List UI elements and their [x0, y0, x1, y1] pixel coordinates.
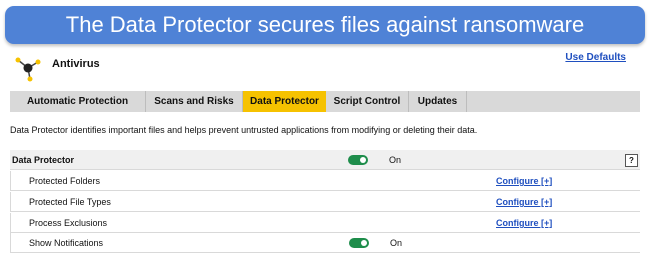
- data-protector-row: Data Protector On ?: [10, 150, 640, 170]
- configure-protected-file-types-link[interactable]: Configure [+]: [496, 192, 552, 212]
- antivirus-icon: [15, 57, 41, 82]
- settings-row-show-notifications: Show Notifications On: [10, 233, 640, 253]
- toggle-knob: [360, 157, 366, 163]
- settings-row-protected-file-types: Protected File Types Configure [+]: [10, 192, 640, 212]
- data-protector-toggle-state: On: [389, 155, 402, 165]
- use-defaults-link[interactable]: Use Defaults: [565, 52, 626, 63]
- settings-row-protected-folders: Protected Folders Configure [+]: [10, 171, 640, 191]
- toggle-knob: [361, 240, 367, 246]
- tab-updates[interactable]: Updates: [409, 91, 467, 112]
- show-notifications-toggle-state: On: [390, 238, 403, 248]
- data-protector-label: Data Protector: [12, 155, 75, 165]
- tab-script-control[interactable]: Script Control: [326, 91, 409, 112]
- show-notifications-toggle[interactable]: [349, 238, 369, 248]
- setting-label: Show Notifications: [29, 238, 104, 248]
- tab-data-protector[interactable]: Data Protector: [243, 91, 326, 112]
- settings-row-process-exclusions: Process Exclusions Configure [+]: [10, 213, 640, 233]
- data-protector-toggle[interactable]: [348, 155, 368, 165]
- description-text: Data Protector identifies important file…: [10, 125, 478, 135]
- tab-bar: Automatic Protection Scans and Risks Dat…: [10, 91, 640, 112]
- configure-process-exclusions-link[interactable]: Configure [+]: [496, 213, 552, 233]
- setting-label: Process Exclusions: [29, 218, 108, 228]
- banner-title: The Data Protector secures files against…: [5, 6, 645, 44]
- tab-automatic-protection[interactable]: Automatic Protection: [10, 91, 146, 112]
- setting-label: Protected File Types: [29, 197, 111, 207]
- tab-scans-and-risks[interactable]: Scans and Risks: [146, 91, 243, 112]
- configure-protected-folders-link[interactable]: Configure [+]: [496, 171, 552, 191]
- help-button[interactable]: ?: [625, 154, 638, 167]
- setting-label: Protected Folders: [29, 176, 101, 186]
- app-title: Antivirus: [52, 58, 100, 70]
